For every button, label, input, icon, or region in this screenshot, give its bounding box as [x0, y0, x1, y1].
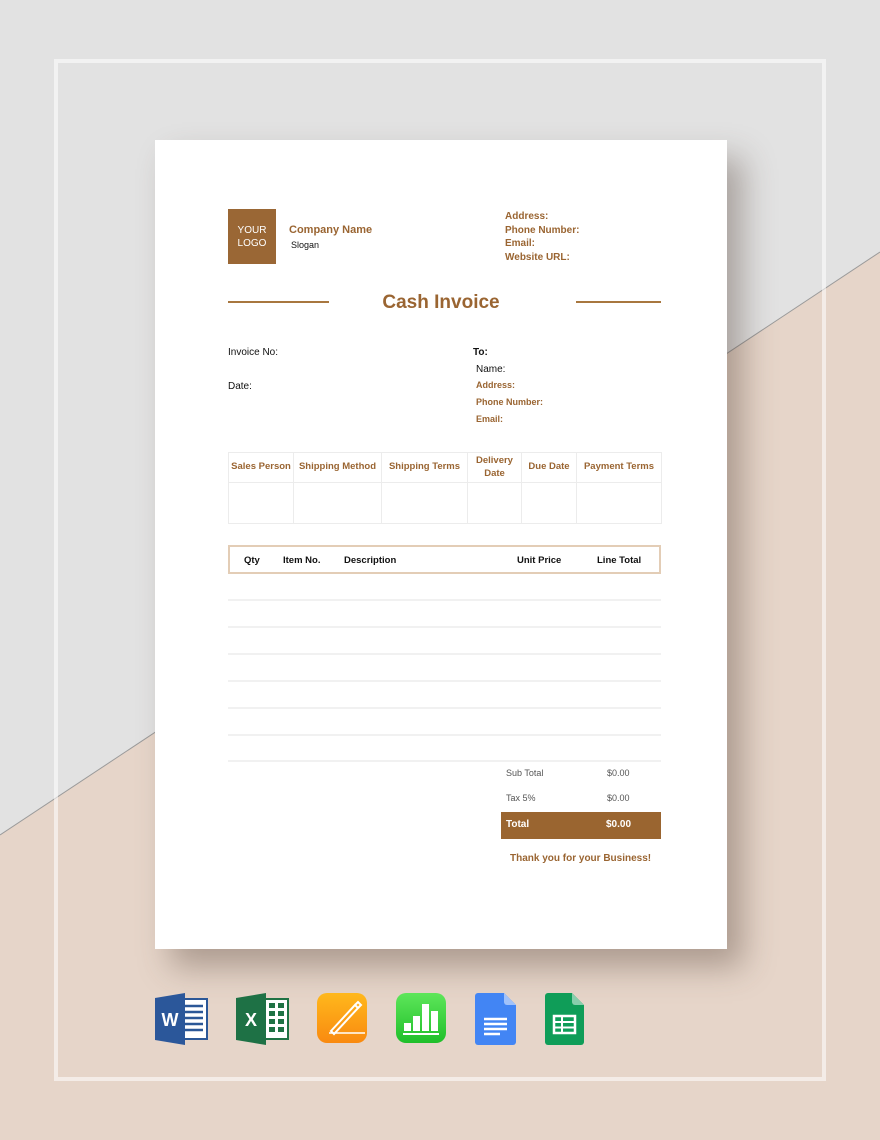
word-icon[interactable]: W	[155, 993, 209, 1045]
pages-icon[interactable]	[317, 993, 367, 1043]
table-row[interactable]	[228, 706, 661, 709]
company-contact: Address: Phone Number: Email: Website UR…	[505, 210, 579, 265]
invoice-number-label: Invoice No:	[228, 347, 279, 358]
tax-value: $0.00	[607, 793, 630, 803]
recipient-name-label: Name:	[476, 364, 506, 375]
table-row[interactable]	[228, 733, 661, 736]
cell-delivery-date[interactable]	[467, 482, 522, 524]
company-slogan: Slogan	[291, 240, 320, 250]
google-docs-icon[interactable]	[475, 993, 516, 1045]
cell-sales-person[interactable]	[228, 482, 294, 524]
header-qty: Qty	[244, 555, 260, 566]
tax-label: Tax 5%	[506, 793, 536, 803]
header-due-date: Due Date	[521, 452, 577, 483]
table-row[interactable]	[228, 652, 661, 655]
recipient-phone-label: Phone Number:	[476, 397, 544, 407]
items-table-header: Qty Item No. Description Unit Price Line…	[228, 545, 661, 574]
invoice-page: YOUR LOGO Company Name Slogan Address: P…	[155, 140, 727, 949]
table-row	[228, 482, 662, 524]
invoice-date-label: Date:	[228, 381, 252, 392]
header-shipping-method: Shipping Method	[293, 452, 382, 483]
total-row: Total $0.00	[501, 812, 661, 839]
title-rule-right	[576, 301, 661, 303]
header-unit-price: Unit Price	[517, 555, 562, 566]
company-name: Company Name	[289, 224, 373, 236]
shipping-table-header-row: Sales Person Shipping Method Shipping Te…	[228, 452, 662, 483]
svg-text:W: W	[162, 1010, 179, 1030]
svg-text:X: X	[245, 1010, 257, 1030]
header-description: Description	[344, 555, 397, 566]
cell-payment-terms[interactable]	[576, 482, 662, 524]
subtotal-label: Sub Total	[506, 768, 544, 778]
total-label: Total	[506, 819, 530, 830]
recipient-address-label: Address:	[476, 380, 516, 390]
header-shipping-terms: Shipping Terms	[381, 452, 468, 483]
header-sales-person: Sales Person	[228, 452, 294, 483]
cell-shipping-terms[interactable]	[381, 482, 468, 524]
header-item-no: Item No.	[283, 555, 321, 566]
recipient-email-label: Email:	[476, 414, 504, 424]
header-line-total: Line Total	[597, 555, 642, 566]
cell-shipping-method[interactable]	[293, 482, 382, 524]
header-payment-terms: Payment Terms	[576, 452, 662, 483]
company-logo: YOUR LOGO	[228, 209, 276, 264]
table-row[interactable]	[228, 679, 661, 682]
numbers-icon[interactable]	[396, 993, 446, 1043]
excel-icon[interactable]: X	[236, 993, 290, 1045]
cell-due-date[interactable]	[521, 482, 577, 524]
table-row[interactable]	[228, 625, 661, 628]
recipient-to-label: To:	[473, 347, 488, 358]
table-row[interactable]	[228, 760, 661, 763]
contact-address-label: Address:	[505, 211, 549, 222]
contact-email-label: Email:	[505, 238, 536, 250]
logo-text-line1: YOUR	[237, 224, 267, 236]
contact-phone-label: Phone Number:	[505, 224, 580, 236]
contact-website-label: Website URL:	[505, 252, 570, 264]
document-title: Cash Invoice	[382, 292, 500, 313]
shipping-info-table: Sales Person Shipping Method Shipping Te…	[228, 452, 662, 524]
total-value: $0.00	[606, 819, 632, 830]
logo-text-line2: LOGO	[237, 237, 267, 249]
google-sheets-icon[interactable]	[545, 993, 584, 1045]
subtotal-value: $0.00	[607, 768, 630, 778]
thank-you-note: Thank you for your Business!	[510, 853, 652, 864]
table-row[interactable]	[228, 599, 661, 601]
header-delivery-date: Delivery Date	[467, 452, 522, 483]
